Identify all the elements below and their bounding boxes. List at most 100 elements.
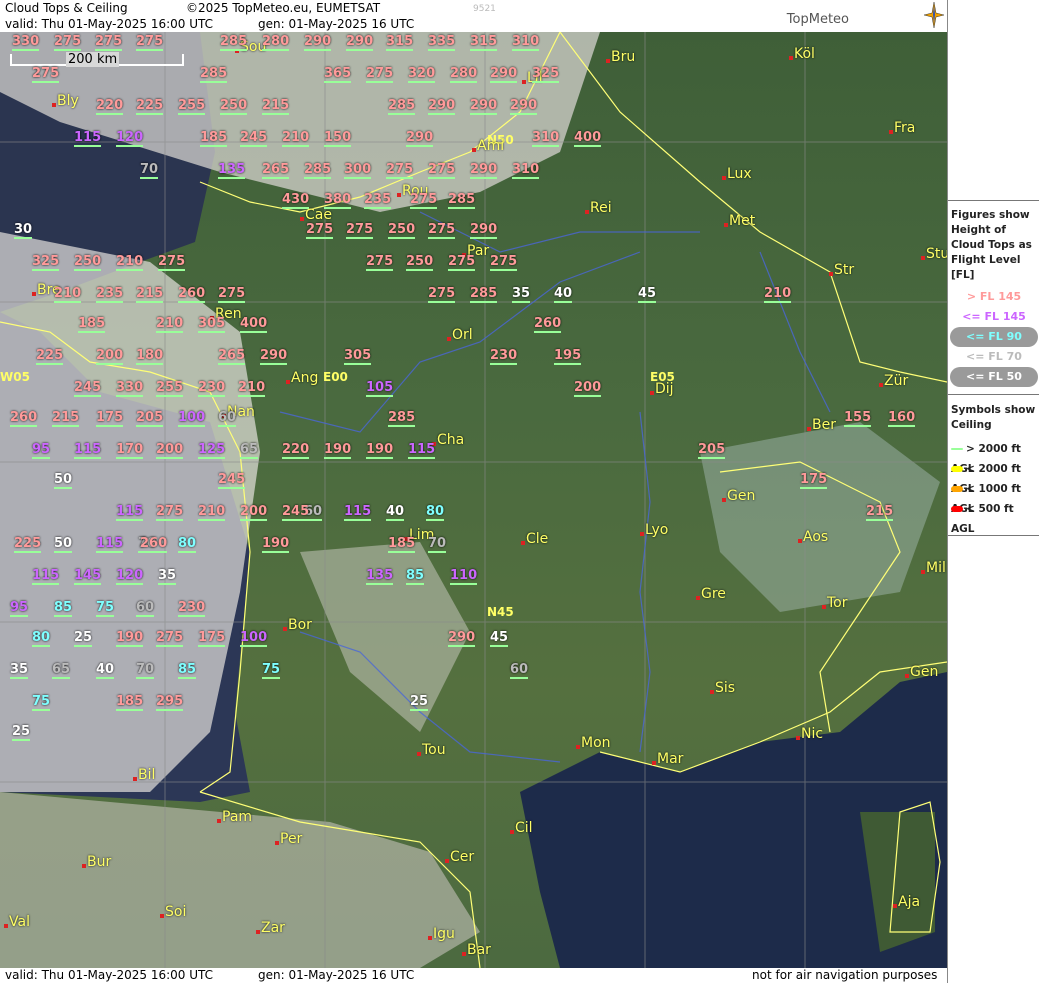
city-marker bbox=[640, 532, 644, 536]
city-label: Fra bbox=[894, 120, 916, 136]
city-label: Ber bbox=[812, 417, 836, 433]
cloud-top-value: 60 bbox=[136, 600, 155, 617]
grid-label-e00: E00 bbox=[323, 370, 348, 384]
cloud-top-value: 185 bbox=[78, 316, 106, 333]
ceiling-symbol-icon bbox=[951, 486, 963, 492]
cloud-top-value: 210 bbox=[116, 254, 144, 271]
city-label: Sis bbox=[715, 680, 736, 696]
cloud-top-value: 215 bbox=[136, 286, 164, 303]
city-label: Per bbox=[280, 831, 303, 847]
cloud-top-value: 305 bbox=[198, 316, 226, 333]
cloud-top-value: 185 bbox=[116, 694, 144, 711]
cloud-top-value: 295 bbox=[156, 694, 184, 711]
city-marker bbox=[921, 256, 925, 260]
city-marker bbox=[576, 745, 580, 749]
legend-level-3: <= FL 70 bbox=[966, 350, 1022, 363]
cloud-top-value: 250 bbox=[74, 254, 102, 271]
city-label: Orl bbox=[452, 327, 473, 343]
city-marker bbox=[522, 80, 526, 84]
cloud-top-value: 275 bbox=[490, 254, 518, 271]
cloud-top-value: 110 bbox=[450, 568, 478, 585]
cloud-top-value: 185 bbox=[200, 130, 228, 147]
cloud-top-value: 210 bbox=[764, 286, 792, 303]
cloud-top-value: 85 bbox=[54, 600, 73, 617]
footer-valid-time: valid: Thu 01-May-2025 16:00 UTC bbox=[5, 968, 214, 982]
cloud-top-value: 235 bbox=[364, 192, 392, 209]
city-marker bbox=[275, 841, 279, 845]
cloud-top-value: 275 bbox=[54, 34, 82, 51]
city-label: Ang bbox=[291, 370, 319, 386]
cloud-top-value: 70 bbox=[428, 536, 447, 553]
grid-label-w05: W05 bbox=[0, 370, 30, 384]
cloud-top-value: 275 bbox=[410, 192, 438, 209]
cloud-top-value: 190 bbox=[324, 442, 352, 459]
valid-time: valid: Thu 01-May-2025 16:00 UTC bbox=[5, 17, 214, 31]
legend-level-0: > FL 145 bbox=[966, 290, 1022, 303]
city-marker bbox=[722, 176, 726, 180]
cloud-top-value: 25 bbox=[74, 630, 93, 647]
cloud-top-value: 220 bbox=[96, 98, 124, 115]
cloud-top-value: 40 bbox=[554, 286, 573, 303]
cloud-top-value: 290 bbox=[510, 98, 538, 115]
cloud-top-value: 275 bbox=[218, 286, 246, 303]
cloud-top-value: 275 bbox=[346, 222, 374, 239]
legend-symbol-2: < 1000 ft AGL bbox=[948, 479, 1039, 515]
city-marker bbox=[722, 498, 726, 502]
cloud-top-value: 230 bbox=[198, 380, 226, 397]
cloud-top-value: 275 bbox=[156, 630, 184, 647]
cloud-top-value: 75 bbox=[262, 662, 281, 679]
cloud-top-value: 60 bbox=[218, 410, 237, 427]
cloud-top-value: 235 bbox=[96, 286, 124, 303]
cloud-top-value: 230 bbox=[490, 348, 518, 365]
cloud-top-value: 85 bbox=[406, 568, 425, 585]
cloud-top-value: 335 bbox=[428, 34, 456, 51]
cloud-top-value: 115 bbox=[74, 442, 102, 459]
cloud-top-value: 205 bbox=[698, 442, 726, 459]
cloud-top-value: 245 bbox=[218, 472, 246, 489]
cloud-top-value: 35 bbox=[10, 662, 29, 679]
cloud-top-value: 285 bbox=[470, 286, 498, 303]
cloud-top-value: 255 bbox=[178, 98, 206, 115]
cloud-top-value: 330 bbox=[12, 34, 40, 51]
cloud-top-value: 85 bbox=[178, 662, 197, 679]
city-marker bbox=[724, 223, 728, 227]
city-marker bbox=[417, 752, 421, 756]
ceiling-symbol-icon bbox=[951, 466, 963, 472]
cloud-top-value: 35 bbox=[158, 568, 177, 585]
cloud-top-value: 190 bbox=[116, 630, 144, 647]
city-label: Bor bbox=[288, 617, 312, 633]
cloud-top-value: 40 bbox=[386, 504, 405, 521]
city-marker bbox=[32, 292, 36, 296]
cloud-top-value: 315 bbox=[386, 34, 414, 51]
legend-symbols-box: Symbols show Ceiling > 2000 ft AGL< 2000… bbox=[948, 394, 1039, 536]
city-label: Mil bbox=[926, 560, 946, 576]
cloud-top-value: 45 bbox=[490, 630, 509, 647]
cloud-top-value: 285 bbox=[220, 34, 248, 51]
cloud-top-value: 275 bbox=[95, 34, 123, 51]
cloud-top-value: 265 bbox=[262, 162, 290, 179]
city-label: Aja bbox=[898, 894, 921, 910]
cloud-top-value: 215 bbox=[866, 504, 894, 521]
city-label: Cer bbox=[450, 849, 475, 865]
cloud-top-value: 290 bbox=[490, 66, 518, 83]
grid-label-n45: N45 bbox=[487, 605, 514, 619]
cloud-top-value: 290 bbox=[260, 348, 288, 365]
city-marker bbox=[798, 539, 802, 543]
legend-level-4: <= FL 50 bbox=[950, 367, 1038, 387]
city-marker bbox=[822, 605, 826, 609]
cloud-top-value: 325 bbox=[532, 66, 560, 83]
header-bar: Cloud Tops & Ceiling ©2025 TopMeteo.eu, … bbox=[0, 0, 947, 32]
cloud-top-value: 115 bbox=[74, 130, 102, 147]
cloud-top-value: 430 bbox=[282, 192, 310, 209]
cloud-top-value: 160 bbox=[888, 410, 916, 427]
city-label: Ami bbox=[477, 138, 505, 154]
cloud-top-value: 50 bbox=[54, 536, 73, 553]
city-marker bbox=[829, 272, 833, 276]
city-label: Tor bbox=[827, 595, 848, 611]
cloud-top-value: 200 bbox=[240, 504, 268, 521]
cloud-top-value: 380 bbox=[324, 192, 352, 209]
city-marker bbox=[789, 56, 793, 60]
city-marker bbox=[217, 819, 221, 823]
legend-symbol-1: < 2000 ft AGL bbox=[948, 459, 1039, 495]
cloud-top-value: 310 bbox=[512, 162, 540, 179]
